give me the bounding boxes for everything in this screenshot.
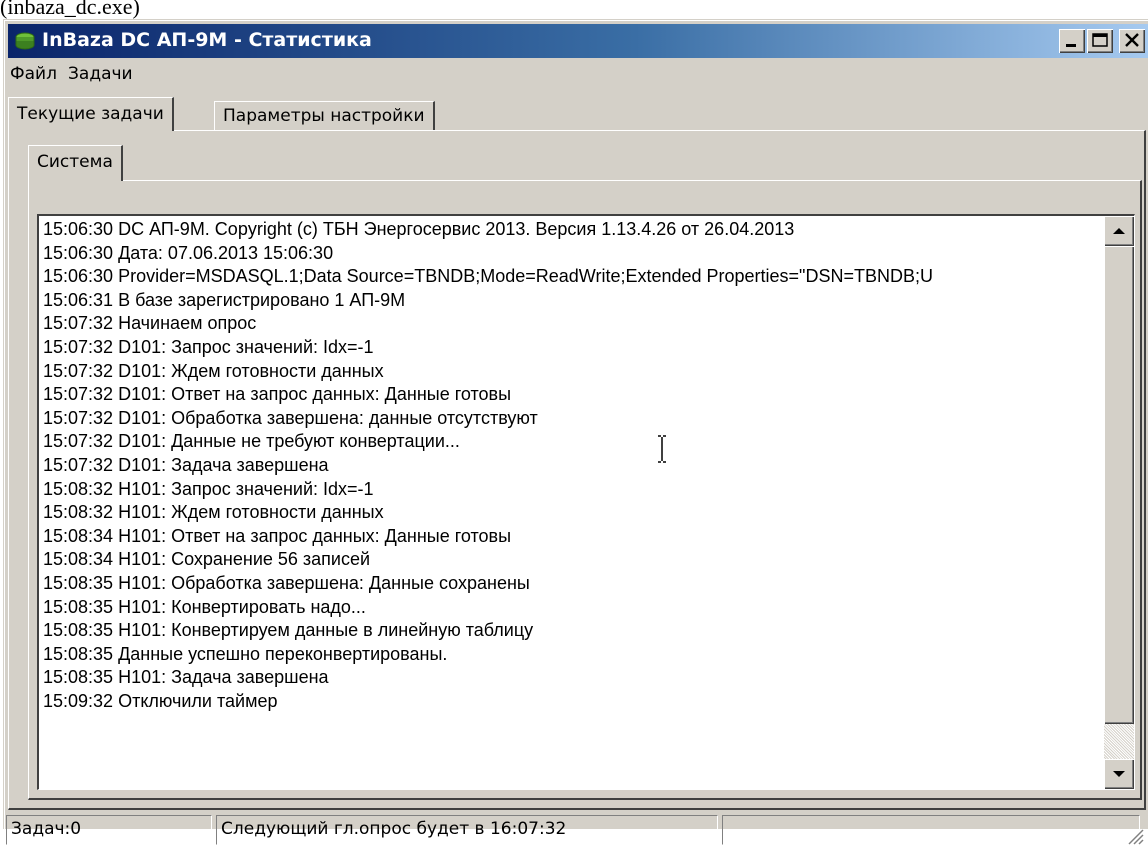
minimize-button[interactable] [1059, 29, 1085, 53]
log-line: 15:06:30 Provider=MSDASQL.1;Data Source=… [43, 266, 933, 287]
close-icon [1125, 33, 1139, 47]
log-line: 15:06:31 В базе зарегистрировано 1 АП-9М [43, 289, 406, 310]
resize-grip-icon[interactable] [1123, 824, 1145, 846]
log-line: 15:07:32 D101: Ждем готовности данных [43, 360, 384, 381]
close-button[interactable] [1119, 29, 1145, 53]
log-line: 15:09:32 Отключили таймер [43, 691, 278, 711]
log-line: 15:08:32 H101: Ждем готовности данных [43, 502, 384, 523]
log-line: 15:07:32 D101: Запрос значений: Idx=-1 [43, 337, 374, 357]
scroll-up-button[interactable] [1104, 216, 1134, 246]
log-line: 15:07:32 D101: Ответ на запрос данных: Д… [43, 384, 512, 405]
scroll-thumb[interactable] [1104, 246, 1134, 724]
status-tasks: Задач:0 [6, 815, 212, 845]
app-window: InBaza DC АП-9М - Статистика Файл Задачи… [3, 19, 1148, 846]
vertical-scrollbar[interactable] [1104, 216, 1134, 789]
log-line: 15:08:35 H101: Обработка завершена: Данн… [43, 573, 530, 593]
status-next-poll: Следующий гл.опрос будет в 16:07:32 [216, 815, 718, 845]
app-icon [15, 32, 35, 50]
status-bar: Задач:0 Следующий гл.опрос будет в 16:07… [4, 812, 1148, 848]
maximize-icon [1092, 33, 1108, 47]
tab-current-tasks[interactable]: Текущие задачи [8, 97, 174, 131]
log-line: 15:08:35 H101: Конвертируем данные в лин… [43, 620, 534, 641]
tab-system[interactable]: Система [28, 145, 123, 181]
log-line: 15:08:32 H101: Запрос значений: Idx=-1 [43, 478, 374, 499]
log-line: 15:06:30 Дата: 07.06.2013 15:06:30 [43, 242, 334, 263]
log-line: 15:07:32 D101: Задача завершена [43, 455, 329, 475]
maximize-button[interactable] [1087, 29, 1113, 53]
log-line: 15:08:35 H101: Задача завершена [43, 667, 329, 688]
log-line: 15:08:34 H101: Ответ на запрос данных: Д… [43, 525, 512, 546]
log-line: 15:08:34 H101: Сохранение 56 записей [43, 549, 371, 570]
scroll-down-button[interactable] [1104, 759, 1134, 789]
tab-settings[interactable]: Параметры настройки [214, 101, 435, 131]
status-empty [722, 815, 1140, 845]
menu-tasks[interactable]: Задачи [68, 64, 133, 84]
log-line: 15:08:35 Данные успешно переконвертирова… [43, 643, 448, 664]
title-bar[interactable]: InBaza DC АП-9М - Статистика [8, 24, 1148, 58]
log-line: 15:07:32 D101: Данные не требуют конверт… [43, 431, 460, 452]
menu-bar: Файл Задачи [8, 60, 1148, 88]
log-line: 15:06:30 DC АП-9М. Copyright (c) ТБН Эне… [43, 219, 795, 239]
arrow-down-icon [1113, 771, 1125, 777]
text-cursor-icon [658, 435, 666, 463]
window-caption: (inbaza_dc.exe) [0, 0, 140, 19]
log-memo[interactable]: 15:06:30 DC АП-9М. Copyright (c) ТБН Эне… [37, 214, 1135, 790]
menu-file[interactable]: Файл [10, 64, 57, 84]
arrow-up-icon [1113, 228, 1125, 234]
log-line: 15:07:32 Начинаем опрос [43, 313, 257, 334]
log-line: 15:07:32 D101: Обработка завершена: данн… [43, 407, 538, 428]
minimize-icon [1066, 44, 1076, 47]
window-title: InBaza DC АП-9М - Статистика [42, 29, 372, 51]
log-line: 15:08:35 H101: Конвертировать надо... [43, 596, 366, 617]
